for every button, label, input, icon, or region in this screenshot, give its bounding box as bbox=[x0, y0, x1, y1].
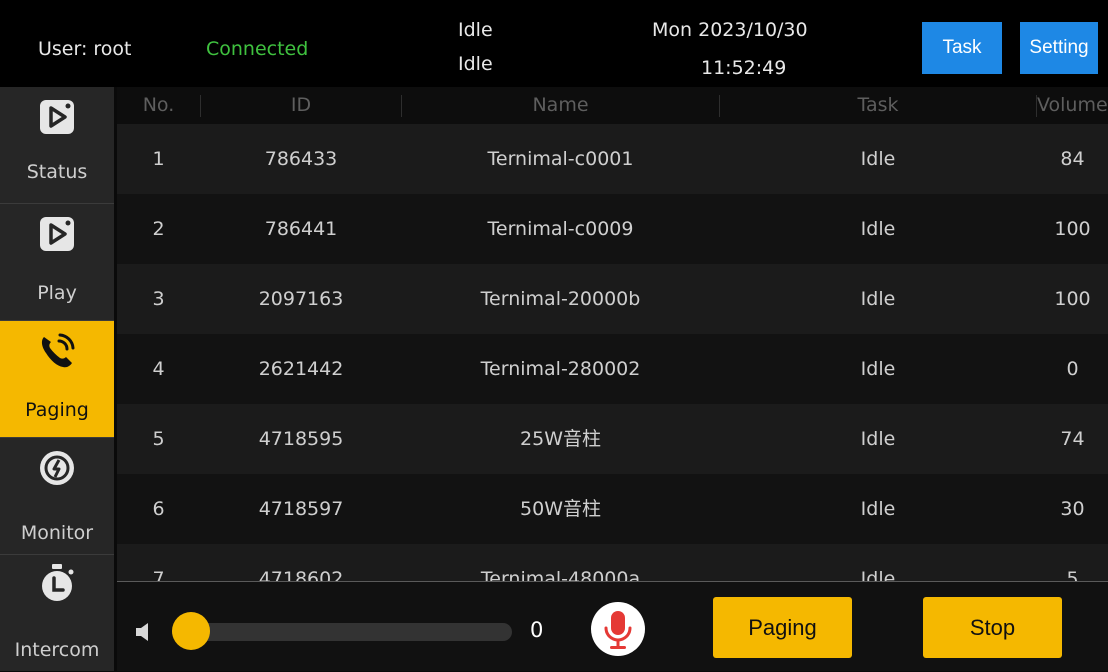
table-header: No. ID Name Task Volume bbox=[117, 87, 1108, 124]
sidebar-item-label: Intercom bbox=[14, 639, 100, 661]
cell-id: 2621442 bbox=[258, 358, 344, 380]
cell-task: Idle bbox=[860, 288, 896, 310]
table-row[interactable]: 7 4718602 Ternimal-48000a Idle 5 bbox=[117, 544, 1108, 581]
sidebar-item-label: Paging bbox=[25, 399, 89, 421]
table-row[interactable]: 4 2621442 Ternimal-280002 Idle 0 bbox=[117, 334, 1108, 404]
status-line-2: Idle bbox=[458, 53, 493, 75]
volume-slider-handle[interactable] bbox=[172, 612, 210, 650]
cell-name: Ternimal-c0009 bbox=[487, 218, 634, 240]
connection-status: Connected bbox=[206, 38, 309, 60]
sidebar-item-label: Status bbox=[26, 161, 88, 183]
cell-no: 4 bbox=[152, 358, 165, 380]
status-line-1: Idle bbox=[458, 19, 493, 41]
cell-no: 1 bbox=[152, 148, 165, 170]
terminal-table: No. ID Name Task Volume 1 786433 Ternima… bbox=[117, 87, 1108, 581]
cell-volume: 74 bbox=[1060, 428, 1085, 450]
column-header-task: Task bbox=[857, 94, 899, 116]
cell-id: 4718597 bbox=[258, 498, 344, 520]
phone-icon bbox=[41, 333, 75, 368]
microphone-button[interactable] bbox=[591, 602, 645, 656]
cell-name: Ternimal-20000b bbox=[480, 288, 641, 310]
cell-no: 3 bbox=[152, 288, 165, 310]
cell-no: 6 bbox=[152, 498, 165, 520]
volume-slider-track[interactable] bbox=[172, 623, 512, 641]
cell-id: 2097163 bbox=[258, 288, 344, 310]
speaker-icon bbox=[136, 623, 148, 641]
column-header-name: Name bbox=[532, 94, 589, 116]
sidebar-item-intercom[interactable]: Intercom bbox=[0, 555, 114, 672]
cell-no: 2 bbox=[152, 218, 165, 240]
sidebar-item-monitor[interactable]: Monitor bbox=[0, 438, 114, 555]
monitor-sync-icon bbox=[40, 451, 74, 485]
sidebar: Status Play Paging Monitor Intercom bbox=[0, 87, 114, 671]
table-row[interactable]: 3 2097163 Ternimal-20000b Idle 100 bbox=[117, 264, 1108, 334]
sidebar-item-label: Monitor bbox=[20, 522, 94, 544]
cell-id: 786441 bbox=[264, 218, 338, 240]
cell-name: 25W音柱 bbox=[520, 428, 601, 450]
volume-value: 0 bbox=[530, 618, 544, 642]
sidebar-item-paging[interactable]: Paging bbox=[0, 321, 114, 438]
cell-volume: 30 bbox=[1060, 498, 1085, 520]
cell-task: Idle bbox=[860, 428, 896, 450]
cell-name: Ternimal-48000a bbox=[480, 568, 641, 581]
timer-icon bbox=[42, 564, 74, 601]
microphone-icon bbox=[604, 611, 632, 649]
stop-button[interactable]: Stop bbox=[923, 597, 1062, 658]
paging-control-bar: 0 Paging Stop bbox=[117, 581, 1108, 671]
sidebar-item-status[interactable]: Status bbox=[0, 87, 114, 204]
cell-no: 7 bbox=[152, 568, 165, 581]
cell-id: 4718602 bbox=[258, 568, 344, 581]
table-row[interactable]: 1 786433 Ternimal-c0001 Idle 84 bbox=[117, 124, 1108, 194]
cell-task: Idle bbox=[860, 568, 896, 581]
column-header-volume: Volume bbox=[1037, 94, 1108, 116]
task-button[interactable]: Task bbox=[922, 22, 1002, 74]
cell-id: 4718595 bbox=[258, 428, 344, 450]
play-icon bbox=[40, 217, 74, 251]
cell-volume: 5 bbox=[1066, 568, 1079, 581]
sidebar-item-play[interactable]: Play bbox=[0, 204, 114, 321]
cell-task: Idle bbox=[860, 218, 896, 240]
cell-id: 786433 bbox=[264, 148, 338, 170]
top-status-bar: User: root Connected Idle Idle Mon 2023/… bbox=[0, 0, 1108, 87]
cell-volume: 100 bbox=[1054, 218, 1091, 240]
cell-name: Ternimal-280002 bbox=[480, 358, 641, 380]
table-row[interactable]: 6 4718597 50W音柱 Idle 30 bbox=[117, 474, 1108, 544]
column-header-id: ID bbox=[290, 94, 312, 116]
table-row[interactable]: 5 4718595 25W音柱 Idle 74 bbox=[117, 404, 1108, 474]
cell-task: Idle bbox=[860, 148, 896, 170]
table-row[interactable]: 2 786441 Ternimal-c0009 Idle 100 bbox=[117, 194, 1108, 264]
setting-button[interactable]: Setting bbox=[1020, 22, 1098, 74]
date-display: Mon 2023/10/30 bbox=[652, 19, 808, 41]
play-icon bbox=[40, 100, 74, 134]
cell-task: Idle bbox=[860, 358, 896, 380]
sidebar-item-label: Play bbox=[37, 282, 77, 304]
paging-button[interactable]: Paging bbox=[713, 597, 852, 658]
column-header-no: No. bbox=[142, 94, 175, 116]
cell-name: 50W音柱 bbox=[520, 498, 601, 520]
time-display: 11:52:49 bbox=[701, 57, 787, 79]
cell-volume: 100 bbox=[1054, 288, 1091, 310]
cell-volume: 84 bbox=[1060, 148, 1085, 170]
user-label: User: root bbox=[38, 38, 132, 60]
cell-volume: 0 bbox=[1066, 358, 1079, 380]
cell-task: Idle bbox=[860, 498, 896, 520]
cell-no: 5 bbox=[152, 428, 165, 450]
cell-name: Ternimal-c0001 bbox=[487, 148, 634, 170]
